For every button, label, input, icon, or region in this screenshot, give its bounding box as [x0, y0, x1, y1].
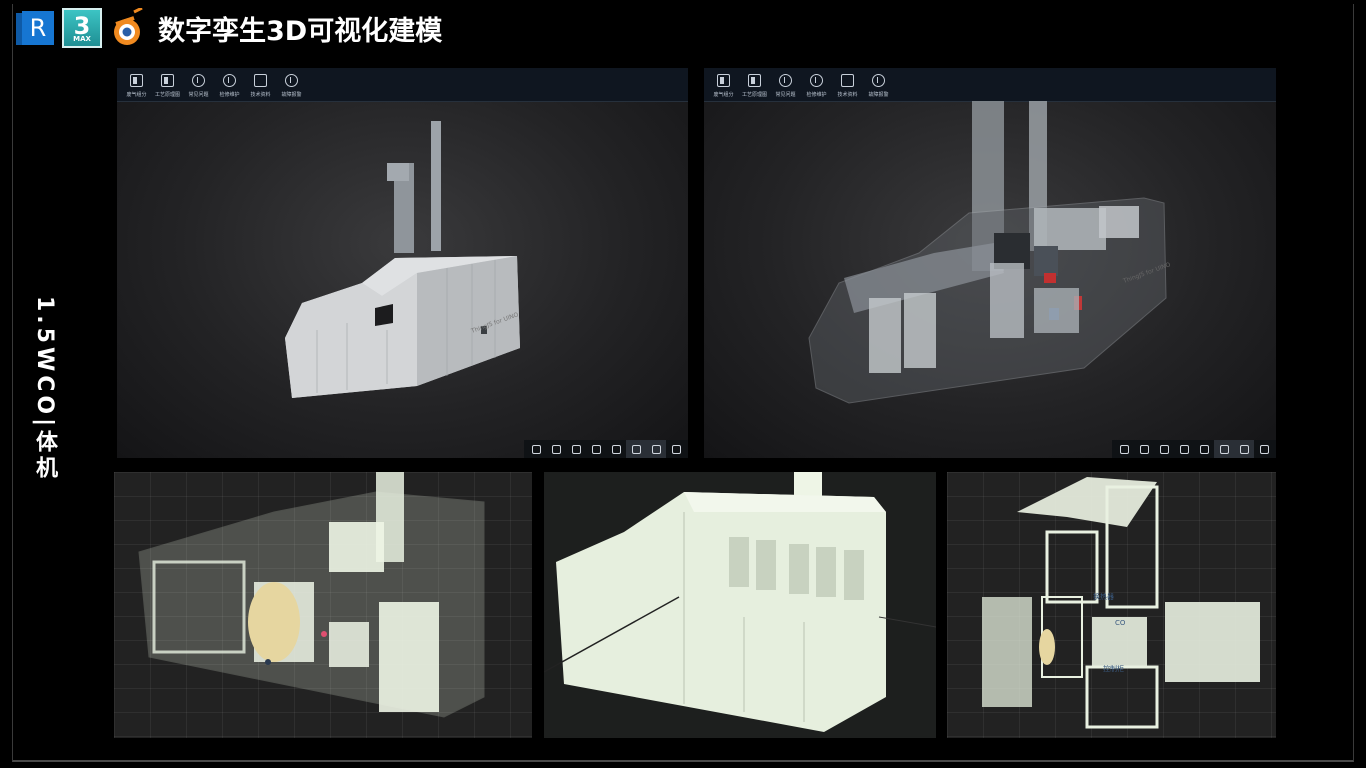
label-heat-exchanger: 换热器 — [1093, 593, 1114, 601]
3dsmax-logo: 3 MAX — [62, 8, 102, 48]
fullscreen-icon[interactable] — [646, 440, 666, 458]
blender-logo — [108, 8, 148, 48]
enclosure-model-solid: ThingJS for UINO — [285, 121, 520, 398]
render-wireframe-interior — [114, 472, 532, 738]
rotate-icon[interactable] — [566, 440, 586, 458]
view-front-icon[interactable] — [1114, 440, 1134, 458]
render-exploded-view: 换热器 CO 控制柜 — [947, 472, 1276, 738]
viewer-bottom-toolbar — [524, 440, 688, 458]
settings-icon[interactable] — [1254, 440, 1274, 458]
viewer-left[interactable]: 废气组分 工艺原理图 常见问题 检修维护 技术资料 故障报警 ThingJS f… — [117, 68, 688, 458]
reset-icon[interactable] — [626, 440, 646, 458]
zoom-icon[interactable] — [606, 440, 626, 458]
zoom-icon[interactable] — [1194, 440, 1214, 458]
enclosure-model-white — [544, 472, 936, 732]
revit-logo: R — [16, 9, 56, 47]
model-label: 1.5WCO|体机 — [32, 296, 57, 483]
view-front-icon[interactable] — [526, 440, 546, 458]
viewer-bottom-toolbar — [1112, 440, 1276, 458]
viewer-right[interactable]: 废气组分 工艺原理图 常见问题 检修维护 技术资料 故障报警 ThingJS f… — [704, 68, 1276, 458]
label-co: CO — [1115, 619, 1126, 627]
pan-icon[interactable] — [1174, 440, 1194, 458]
view-top-icon[interactable] — [1134, 440, 1154, 458]
interior-model — [138, 472, 485, 718]
exploded-components — [982, 477, 1260, 729]
pan-icon[interactable] — [586, 440, 606, 458]
label-control-cabinet: 控制柜 — [1103, 665, 1124, 673]
render-solid-enclosure — [544, 472, 936, 738]
header: R 3 MAX 数字孪生3D可视化建模 — [16, 8, 442, 48]
fullscreen-icon[interactable] — [1234, 440, 1254, 458]
rotate-icon[interactable] — [1154, 440, 1174, 458]
page-title: 数字孪生3D可视化建模 — [158, 15, 443, 47]
view-top-icon[interactable] — [546, 440, 566, 458]
settings-icon[interactable] — [666, 440, 686, 458]
enclosure-model-xray: ThingJS for UINO — [808, 101, 1172, 404]
reset-icon[interactable] — [1214, 440, 1234, 458]
